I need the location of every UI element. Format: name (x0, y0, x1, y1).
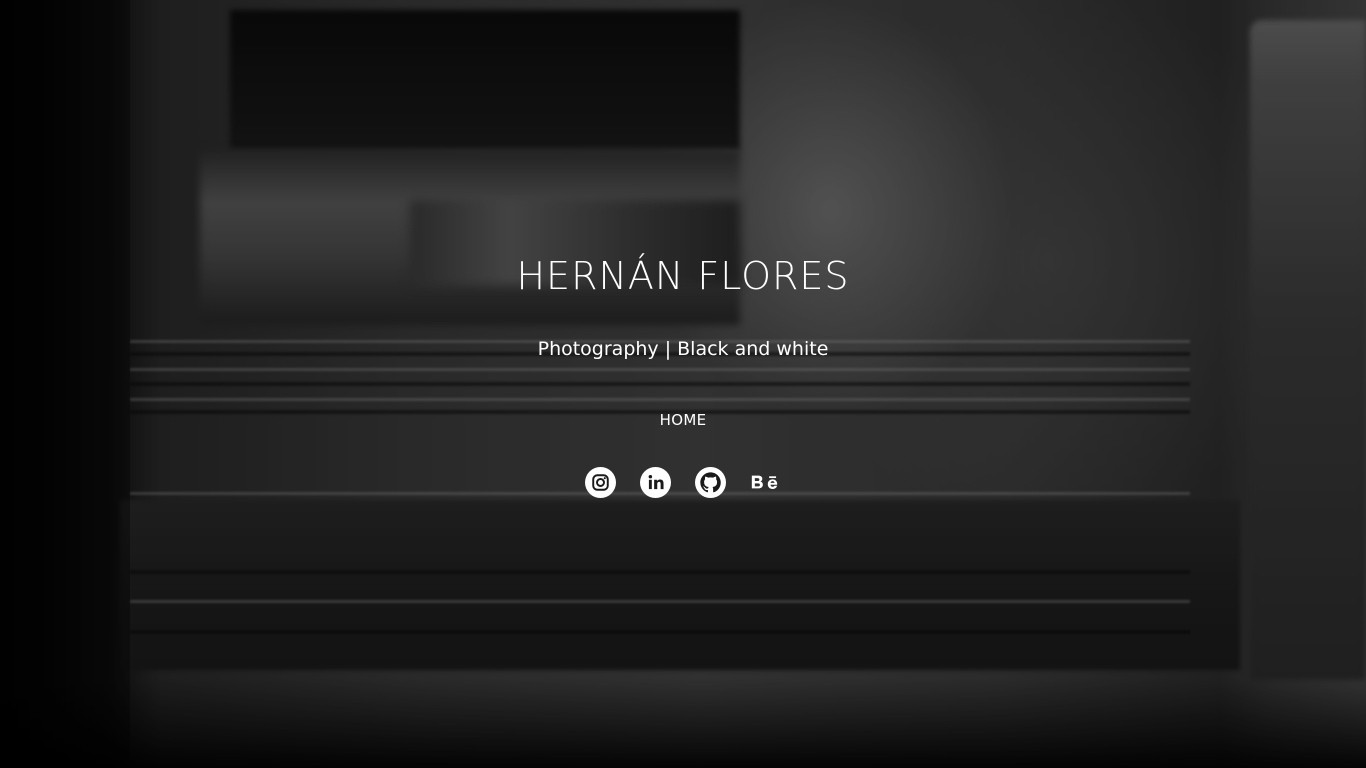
github-icon (695, 467, 726, 498)
behance-link[interactable] (750, 467, 781, 498)
site-title: HERNÁN FLORES (516, 254, 850, 298)
instagram-link[interactable] (585, 467, 616, 498)
nav-item-home: HOME (0, 410, 1366, 429)
linkedin-link[interactable] (640, 467, 671, 498)
main-nav: HOME (0, 410, 1366, 429)
behance-icon (751, 475, 778, 489)
site-subtitle: Photography | Black and white (537, 338, 829, 360)
github-link[interactable] (695, 467, 726, 498)
nav-link-home[interactable]: HOME (660, 411, 707, 429)
social-links (0, 467, 1366, 498)
instagram-icon (585, 467, 616, 498)
linkedin-icon (640, 467, 671, 498)
hero-section: HERNÁN FLORES Photography | Black and wh… (0, 0, 1366, 768)
hero-content: HERNÁN FLORES Photography | Black and wh… (0, 0, 1366, 768)
